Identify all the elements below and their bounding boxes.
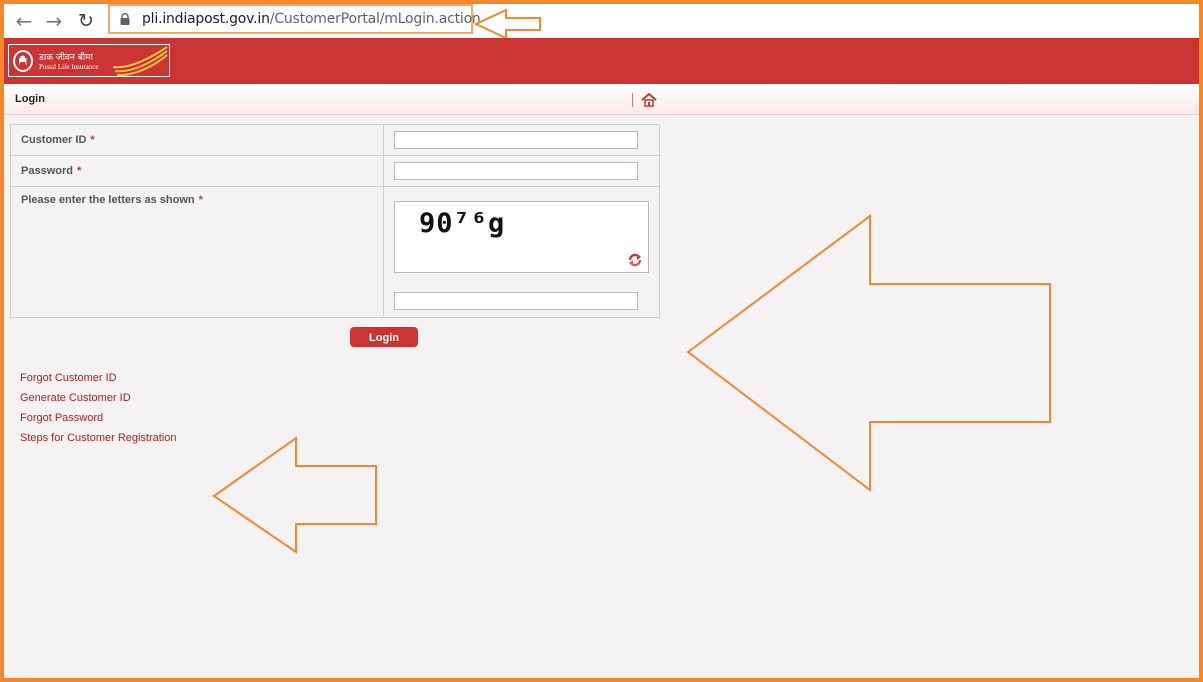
customer-id-row: Customer ID * bbox=[11, 125, 659, 156]
annotation-arrow-form bbox=[686, 214, 1051, 493]
login-button[interactable]: Login bbox=[350, 327, 418, 347]
captcha-label: Please enter the letters as shown * bbox=[21, 194, 203, 206]
logo-hindi-text: डाक जीवन बीमा bbox=[39, 53, 93, 63]
annotation-arrow-address bbox=[474, 8, 541, 40]
captcha-text: 90⁷⁶g bbox=[419, 208, 506, 239]
captcha-image: 90⁷⁶g bbox=[394, 201, 649, 273]
help-links: Forgot Customer ID Generate Customer ID … bbox=[20, 371, 177, 451]
main-content: Login Customer ID * Password * Please ente… bbox=[4, 84, 1199, 678]
annotation-arrow-links bbox=[212, 436, 377, 554]
home-icon[interactable] bbox=[641, 93, 657, 107]
address-bar[interactable]: pli.indiapost.gov.in/CustomerPortal/mLog… bbox=[108, 4, 481, 34]
reload-icon[interactable]: ↻ bbox=[74, 9, 98, 33]
url-text: pli.indiapost.gov.in/CustomerPortal/mLog… bbox=[142, 11, 481, 27]
password-label: Password * bbox=[21, 165, 82, 177]
emblem-icon bbox=[13, 50, 33, 72]
customer-id-input[interactable] bbox=[394, 131, 638, 149]
password-input[interactable] bbox=[394, 162, 638, 180]
breadcrumb-separator bbox=[632, 93, 633, 107]
back-arrow-icon[interactable]: ← bbox=[12, 9, 36, 33]
captcha-input[interactable] bbox=[394, 292, 638, 310]
generate-customer-id-link[interactable]: Generate Customer ID bbox=[20, 391, 177, 411]
browser-toolbar: ← → ↻ pli.indiapost.gov.in/CustomerPorta… bbox=[4, 4, 1199, 40]
lock-icon bbox=[120, 13, 130, 25]
pli-logo[interactable]: डाक जीवन बीमा Postal Life Insurance bbox=[8, 44, 170, 77]
logo-english-text: Postal Life Insurance bbox=[39, 63, 99, 71]
customer-registration-steps-link[interactable]: Steps for Customer Registration bbox=[20, 431, 177, 451]
site-header: डाक जीवन बीमा Postal Life Insurance bbox=[4, 38, 1199, 84]
refresh-captcha-icon[interactable] bbox=[627, 252, 643, 268]
password-row: Password * bbox=[11, 156, 659, 187]
forgot-customer-id-link[interactable]: Forgot Customer ID bbox=[20, 371, 177, 391]
breadcrumb: Login bbox=[4, 84, 1199, 115]
page-title: Login bbox=[15, 93, 45, 105]
captcha-row: Please enter the letters as shown * 90⁷⁶g bbox=[11, 187, 659, 317]
postal-wing-icon bbox=[112, 46, 168, 77]
login-form: Customer ID * Password * Please enter the … bbox=[10, 124, 660, 318]
customer-id-label: Customer ID * bbox=[21, 134, 95, 146]
forgot-password-link[interactable]: Forgot Password bbox=[20, 411, 177, 431]
forward-arrow-icon[interactable]: → bbox=[42, 9, 66, 33]
